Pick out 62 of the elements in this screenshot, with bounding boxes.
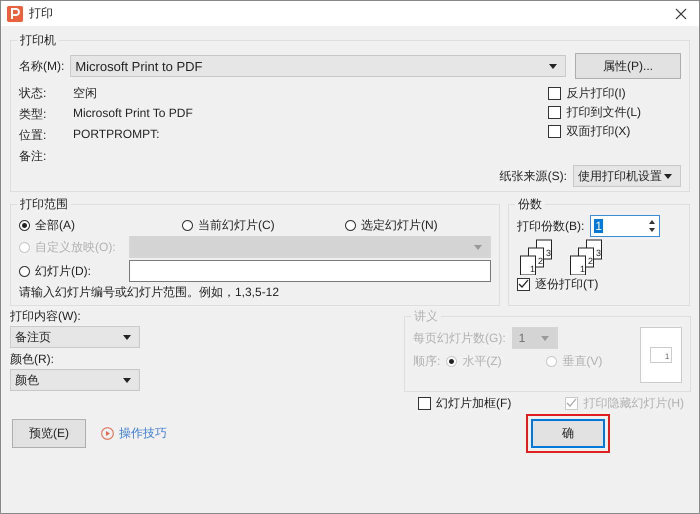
field-label: 每页幻灯片数(G): — [413, 330, 506, 346]
dropdown-arrow-icon — [474, 244, 482, 250]
radio-button[interactable] — [19, 220, 30, 231]
close-icon[interactable] — [675, 8, 687, 20]
dropdown-arrow-icon — [664, 174, 672, 178]
copies-spinner[interactable]: 1 — [590, 215, 660, 237]
checkbox[interactable] — [418, 397, 431, 410]
radio-label: 垂直(V) — [562, 353, 602, 370]
field-label: 颜色(R): — [10, 351, 55, 368]
page-number: 1 — [664, 352, 670, 361]
slides-input-field[interactable] — [129, 260, 491, 282]
properties-button[interactable]: 属性(P)... — [575, 53, 681, 79]
checkbox[interactable] — [548, 106, 562, 119]
field-label: 名称(M): — [19, 58, 64, 74]
field-label: 顺序: — [413, 353, 440, 370]
radio-label: 自定义放映(O): — [35, 238, 116, 256]
dropdown-arrow-icon — [549, 64, 557, 68]
radio-label: 水平(Z) — [462, 353, 502, 370]
field-label: 打印内容(W): — [10, 308, 82, 325]
print-what-dropdown[interactable]: 备注页 — [10, 326, 140, 348]
checkbox-label: 打印隐藏幻灯片(H) — [583, 395, 684, 412]
printer-dropdown[interactable]: Microsoft Print to PDF — [70, 55, 566, 77]
dropdown-arrow-icon — [540, 336, 549, 340]
radio-label: 全部(A) — [35, 217, 75, 234]
info-value: PORTPROMPT: — [73, 127, 160, 143]
group-title: 打印范围 — [19, 196, 69, 213]
tips-link[interactable]: 操作技巧 — [101, 425, 167, 442]
info-value: Microsoft Print To PDF — [73, 106, 193, 122]
checkbox-label: 逐份打印(T) — [535, 276, 598, 293]
window-title: 打印 — [29, 5, 53, 22]
app-logo-icon — [7, 6, 23, 22]
checkbox-label: 幻灯片加框(F) — [436, 395, 512, 412]
field-label: 纸张来源(S): — [500, 168, 567, 184]
field-label: 打印份数(B): — [517, 218, 584, 234]
checkbox-label: 反片打印(I) — [566, 85, 626, 102]
checkbox[interactable] — [548, 125, 562, 138]
radio-label: 选定幻灯片(N) — [361, 217, 438, 234]
hint-text: 请输入幻灯片编号或幻灯片范围。例如，1,3,5-12 — [19, 284, 280, 301]
radio-label: 幻灯片(D): — [35, 262, 91, 280]
group-title: 打印机 — [19, 32, 57, 49]
radio-label: 当前幻灯片(C) — [198, 217, 275, 234]
group-title: 份数 — [517, 196, 543, 213]
preview-button[interactable]: 预览(E) — [12, 419, 86, 448]
dropdown-arrow-icon — [123, 334, 131, 340]
info-label: 状态: — [19, 85, 48, 102]
color-dropdown[interactable]: 颜色 — [10, 369, 140, 391]
info-label: 类型: — [19, 106, 48, 123]
info-label: 备注: — [19, 148, 48, 165]
info-label: 位置: — [19, 127, 48, 144]
group-title: 讲义 — [413, 308, 439, 325]
paper-source-dropdown[interactable]: 使用打印机设置 — [573, 165, 681, 187]
checkbox-label: 打印到文件(L) — [566, 104, 641, 121]
info-value: 空闲 — [73, 85, 98, 102]
play-icon — [101, 427, 114, 440]
checkbox[interactable] — [517, 278, 530, 291]
ok-button[interactable]: 确 — [531, 419, 605, 448]
checkbox[interactable] — [548, 87, 562, 100]
radio-button[interactable] — [345, 220, 356, 231]
radio-button[interactable] — [19, 266, 30, 276]
dropdown-arrow-icon — [123, 378, 131, 382]
checkbox-label: 双面打印(X) — [566, 123, 630, 140]
radio-button[interactable] — [182, 220, 193, 231]
